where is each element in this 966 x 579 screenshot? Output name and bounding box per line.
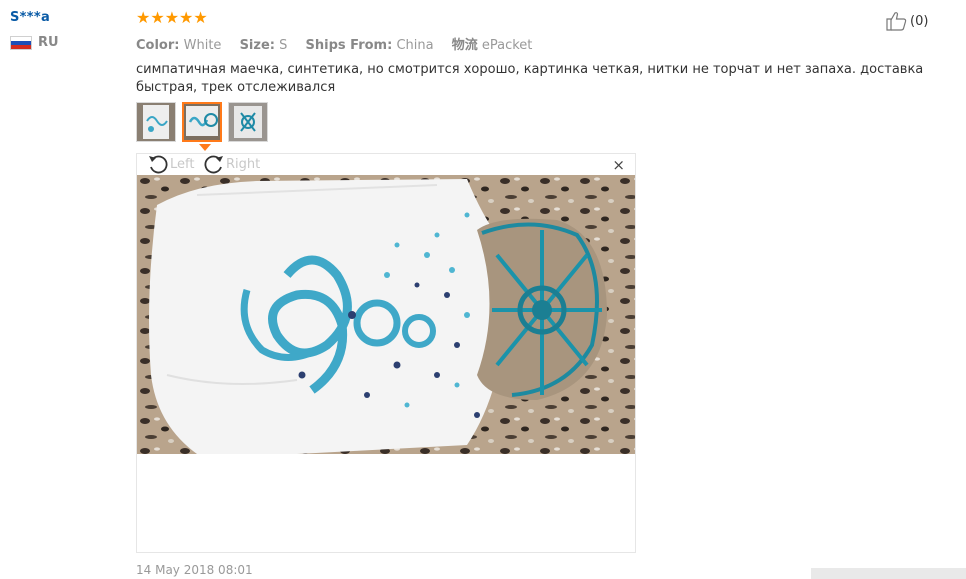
- thumbnail-image-2: [184, 104, 220, 140]
- scroll-indicator[interactable]: [811, 568, 966, 579]
- photo-thumbnail-2[interactable]: [182, 102, 222, 142]
- photo-thumbnail-3[interactable]: [228, 102, 268, 142]
- review-body: ★★★★★ Color: White Size: S Ships From: C…: [136, 9, 926, 97]
- rotate-left-icon: [149, 155, 168, 174]
- reviewer-name[interactable]: S***a: [10, 10, 59, 25]
- rotate-right-label: Right: [226, 156, 261, 172]
- attr-logistics: 物流 ePacket: [451, 38, 533, 53]
- photo-thumbnail-1[interactable]: [136, 102, 176, 142]
- attr-color: Color: White: [136, 38, 222, 53]
- tank-top-photo: [137, 175, 635, 454]
- rotate-right-icon: [204, 155, 223, 174]
- review-photo: [137, 175, 635, 454]
- review-text: симпатичная маечка, синтетика, но смотри…: [136, 62, 924, 95]
- rotate-right-button[interactable]: Right: [203, 154, 260, 174]
- rotate-left-label: Left: [170, 156, 195, 172]
- reviewer-country: RU: [10, 35, 59, 50]
- attr-ships-from: Ships From: China: [305, 38, 434, 53]
- thumbnail-image-1: [137, 103, 175, 141]
- close-viewer-button[interactable]: ×: [612, 156, 625, 174]
- active-thumbnail-indicator: [199, 144, 211, 151]
- star-rating: ★★★★★: [136, 8, 208, 27]
- russia-flag-icon: [10, 35, 32, 50]
- order-attributes: Color: White Size: S Ships From: China 物…: [136, 34, 926, 53]
- attr-size: Size: S: [239, 38, 288, 53]
- thumbnail-image-3: [229, 103, 267, 141]
- rotate-left-button[interactable]: Left: [147, 154, 194, 174]
- review-date: 14 May 2018 08:01: [136, 563, 253, 577]
- country-code: RU: [38, 35, 59, 50]
- photo-thumbnails: [136, 102, 274, 142]
- photo-viewer: Left Right ×: [136, 153, 636, 553]
- reviewer-info: S***a RU: [10, 10, 59, 50]
